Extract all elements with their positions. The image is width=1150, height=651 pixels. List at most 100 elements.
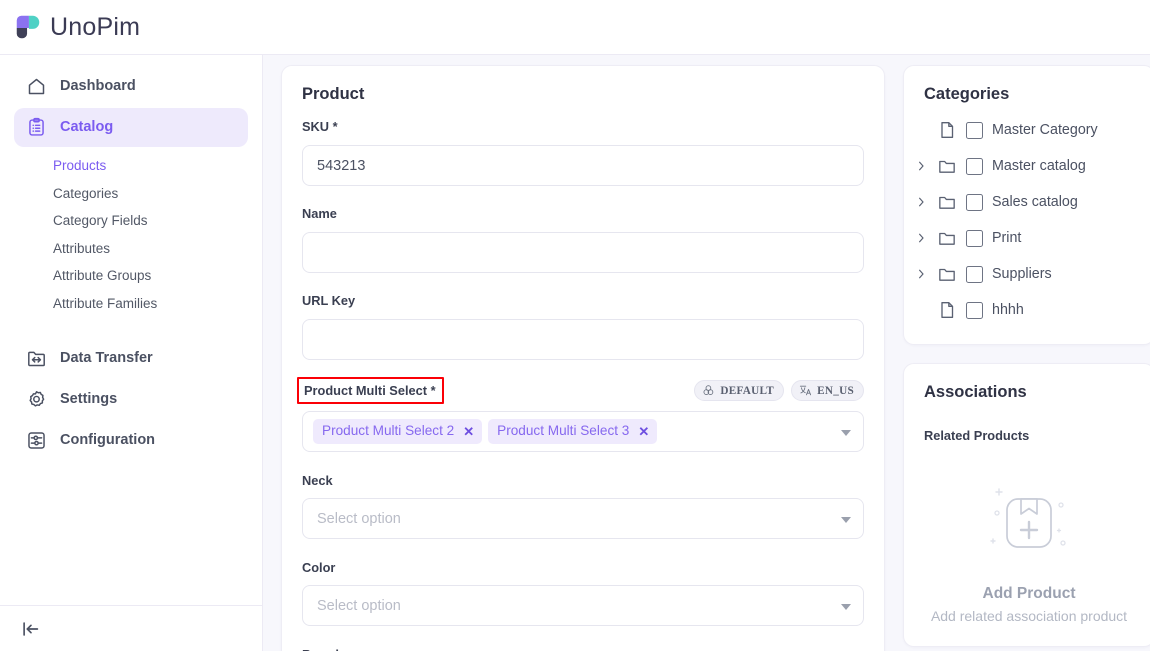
sidebar-subitem-attribute-groups[interactable]: Attribute Groups <box>0 262 262 290</box>
close-icon[interactable]: ✕ <box>463 425 474 438</box>
category-label[interactable]: hhhh <box>992 302 1024 318</box>
category-label[interactable]: Master Category <box>992 122 1098 138</box>
locale-badge-label: EN_US <box>817 385 854 397</box>
chevron-down-icon[interactable] <box>841 604 851 610</box>
field-name: Name <box>302 203 864 273</box>
nav-group-settings: Settings <box>0 380 262 419</box>
category-checkbox[interactable] <box>966 302 983 319</box>
sku-label: SKU * <box>302 119 338 134</box>
product-form: SKU * Name <box>282 108 884 651</box>
field-product-multi-select: Product Multi Select * <box>302 377 864 452</box>
selected-tag[interactable]: Product Multi Select 2 ✕ <box>313 419 482 444</box>
category-checkbox[interactable] <box>966 158 983 175</box>
url-key-label: URL Key <box>302 293 355 308</box>
unopim-logo-icon <box>13 12 43 42</box>
sidebar-subitem-categories[interactable]: Categories <box>0 180 262 208</box>
color-select[interactable]: Select option <box>302 585 864 626</box>
product-multi-select-label: Product Multi Select * <box>297 377 444 404</box>
chevron-down-icon[interactable] <box>841 517 851 523</box>
associations-card: Associations Related Products <box>903 363 1150 647</box>
field-badges: DEFAULT <box>694 380 864 401</box>
sidebar-item-label: Dashboard <box>60 79 136 94</box>
collapse-sidebar-icon[interactable] <box>20 618 42 640</box>
brand-label: Brand <box>302 647 339 651</box>
neck-select[interactable]: Select option <box>302 498 864 539</box>
chevron-down-icon[interactable] <box>841 430 851 436</box>
category-label[interactable]: Print <box>992 230 1021 246</box>
sidebar-subitem-attribute-families[interactable]: Attribute Families <box>0 290 262 318</box>
channel-badge[interactable]: DEFAULT <box>694 380 784 401</box>
sidebar-subitem-attributes[interactable]: Attributes <box>0 235 262 263</box>
sidebar-item-configuration[interactable]: Configuration <box>14 421 248 460</box>
selected-tag[interactable]: Product Multi Select 3 ✕ <box>488 419 657 444</box>
category-row-master-catalog: Master catalog <box>904 148 1150 184</box>
neck-label: Neck <box>302 473 333 488</box>
neck-placeholder: Select option <box>313 511 401 527</box>
chevron-right-icon[interactable] <box>914 160 928 172</box>
folder-icon <box>937 192 957 212</box>
category-label[interactable]: Sales catalog <box>992 194 1078 210</box>
tag-label: Product Multi Select 3 <box>497 423 629 440</box>
tag-label: Product Multi Select 2 <box>322 423 454 440</box>
folder-icon <box>937 228 957 248</box>
field-head: Brand <box>302 643 864 651</box>
product-card: Product SKU * <box>281 65 885 651</box>
brand-logo[interactable]: UnoPim <box>13 12 140 42</box>
field-color: Color Select option <box>302 556 864 626</box>
category-label[interactable]: Suppliers <box>992 266 1052 282</box>
product-multi-select-input[interactable]: Product Multi Select 2 ✕ Product Multi S… <box>302 411 864 452</box>
sidebar-subitem-category-fields[interactable]: Category Fields <box>0 207 262 235</box>
category-row-print: Print <box>904 220 1150 256</box>
category-checkbox[interactable] <box>966 230 983 247</box>
sidebar-item-catalog[interactable]: Catalog <box>14 108 248 147</box>
folder-icon <box>937 156 957 176</box>
side-column: Categories Master Category <box>903 65 1150 651</box>
clipboard-icon <box>26 117 47 138</box>
chevron-right-icon[interactable] <box>914 232 928 244</box>
add-product-subtitle: Add related association product <box>924 608 1134 624</box>
category-row-sales-catalog: Sales catalog <box>904 184 1150 220</box>
nav-group-catalog: Catalog Products Categories Category Fie… <box>0 108 262 317</box>
add-product-empty-state[interactable]: Add Product Add related association prod… <box>924 443 1134 624</box>
associations-body: Related Products <box>904 406 1150 646</box>
product-column: Product SKU * <box>281 65 885 651</box>
field-head: SKU * <box>302 116 864 138</box>
chevron-right-icon[interactable] <box>914 196 928 208</box>
add-product-title: Add Product <box>924 585 1134 603</box>
chevron-right-icon[interactable] <box>914 268 928 280</box>
category-checkbox[interactable] <box>966 122 983 139</box>
add-product-bookmark-icon <box>973 477 1085 573</box>
category-checkbox[interactable] <box>966 194 983 211</box>
file-icon <box>937 120 957 140</box>
brand-name: UnoPim <box>50 13 140 42</box>
catalog-submenu: Products Categories Category Fields Attr… <box>0 152 262 317</box>
close-icon[interactable]: ✕ <box>638 425 649 438</box>
sidebar-item-data-transfer[interactable]: Data Transfer <box>14 339 248 378</box>
sidebar: Dashboard <box>0 55 263 651</box>
category-label[interactable]: Master catalog <box>992 158 1086 174</box>
locale-badge[interactable]: EN_US <box>791 380 864 401</box>
name-label: Name <box>302 206 337 221</box>
field-url-key: URL Key <box>302 290 864 360</box>
page-title: Product <box>282 66 884 108</box>
sidebar-item-dashboard[interactable]: Dashboard <box>14 67 248 106</box>
sidebar-subitem-products[interactable]: Products <box>0 152 262 180</box>
name-input[interactable] <box>302 232 864 273</box>
sidebar-item-settings[interactable]: Settings <box>14 380 248 419</box>
home-icon <box>26 76 47 97</box>
sidebar-item-label: Data Transfer <box>60 351 153 366</box>
category-row-suppliers: Suppliers <box>904 256 1150 292</box>
required-marker: * <box>427 383 436 398</box>
categories-tree: Master Category <box>904 108 1150 344</box>
field-head: Name <box>302 203 864 225</box>
url-key-input[interactable] <box>302 319 864 360</box>
field-head: Neck <box>302 469 864 491</box>
sku-input[interactable] <box>302 145 864 186</box>
nav-group-dashboard: Dashboard <box>0 67 262 106</box>
color-placeholder: Select option <box>313 598 401 614</box>
field-brand: Brand <box>302 643 864 651</box>
nav-group-data-transfer: Data Transfer <box>0 339 262 378</box>
category-checkbox[interactable] <box>966 266 983 283</box>
field-head: Product Multi Select * <box>302 377 864 404</box>
nav-group-configuration: Configuration <box>0 421 262 460</box>
